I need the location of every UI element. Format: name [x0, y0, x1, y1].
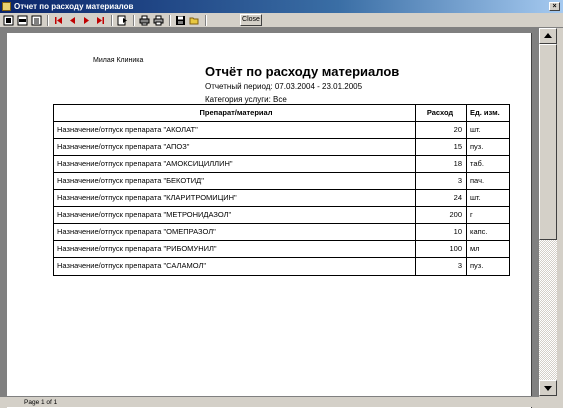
unit-cell: мл [470, 244, 480, 253]
unit-cell: пуз. [470, 142, 484, 151]
fit-width-icon[interactable] [17, 15, 28, 26]
material-cell: Назначение/отпуск препарата "ОМЕПРАЗОЛ" [57, 227, 216, 236]
toolbar-separator [47, 15, 49, 26]
zoom-100-icon[interactable] [31, 15, 42, 26]
window-close-button[interactable]: × [549, 2, 560, 11]
table-row: Назначение/отпуск препарата "АПОЗ" 15 пу… [54, 139, 509, 156]
organization-name: Милая Клиника [93, 57, 144, 64]
fit-page-icon[interactable] [3, 15, 14, 26]
resize-grip[interactable] [539, 396, 563, 407]
print-icon[interactable] [153, 15, 164, 26]
amount-cell: 15 [453, 142, 462, 151]
table-row: Назначение/отпуск препарата "АМОКСИЦИЛЛИ… [54, 156, 509, 173]
unit-cell: шт. [470, 193, 481, 202]
unit-cell: шт. [470, 125, 481, 134]
unit-cell: таб. [470, 159, 484, 168]
vertical-scrollbar[interactable] [539, 28, 557, 396]
material-cell: Назначение/отпуск препарата "АКОЛАТ" [57, 125, 198, 134]
status-bar: Page 1 of 1 [0, 396, 539, 407]
material-cell: Назначение/отпуск препарата "БЕКОТИД" [57, 176, 204, 185]
preview-area[interactable]: Милая Клиника Отчёт по расходу материало… [0, 28, 539, 408]
toolbar-separator [169, 15, 171, 26]
last-page-icon[interactable] [95, 15, 106, 26]
window-title: Отчет по расходу материалов [14, 2, 134, 11]
page-indicator: Page 1 of 1 [24, 399, 58, 406]
table-row: Назначение/отпуск препарата "САЛАМОЛ" 3 пу… [54, 258, 509, 275]
toolbar-separator [133, 15, 135, 26]
table-header-row: Препарат/материал Расход Ед. изм. [54, 105, 509, 122]
column-header-material: Препарат/материал [199, 108, 273, 117]
chevron-up-icon [544, 33, 552, 38]
materials-table: Препарат/материал Расход Ед. изм. Назнач… [53, 104, 510, 276]
table-row: Назначение/отпуск препарата "РИБОМУНИЛ" … [54, 241, 509, 258]
first-page-icon[interactable] [53, 15, 64, 26]
amount-cell: 3 [457, 261, 462, 270]
amount-cell: 100 [449, 244, 462, 253]
column-header-amount: Расход [426, 108, 454, 117]
unit-cell: пуз. [470, 261, 484, 270]
amount-cell: 20 [453, 125, 462, 134]
unit-cell: г [470, 210, 473, 219]
unit-cell: пач. [470, 176, 485, 185]
open-icon[interactable] [189, 15, 200, 26]
close-preview-button[interactable]: Close [240, 14, 262, 26]
table-row: Назначение/отпуск препарата "АКОЛАТ" 20 … [54, 122, 509, 139]
next-page-icon[interactable] [81, 15, 92, 26]
report-preview-window: Отчет по расходу материалов × Close Мила… [0, 0, 563, 408]
amount-cell: 24 [453, 193, 462, 202]
amount-cell: 3 [457, 176, 462, 185]
table-row: Назначение/отпуск препарата "МЕТРОНИДАЗО… [54, 207, 509, 224]
app-icon [2, 2, 11, 11]
amount-cell: 18 [453, 159, 462, 168]
report-period: Отчетный период: 07.03.2004 - 23.01.2005 [205, 82, 363, 91]
scroll-up-button[interactable] [539, 28, 557, 44]
report-category: Категория услуги: Все [205, 95, 287, 104]
column-header-unit: Ед. изм. [470, 108, 500, 117]
table-row: Назначение/отпуск препарата "БЕКОТИД" 3 … [54, 173, 509, 190]
material-cell: Назначение/отпуск препарата "АМОКСИЦИЛЛИ… [57, 159, 233, 168]
preview-toolbar: Close [0, 13, 563, 28]
unit-cell: капс. [470, 227, 488, 236]
material-cell: Назначение/отпуск препарата "МЕТРОНИДАЗО… [57, 210, 232, 219]
table-row: Назначение/отпуск препарата "ОМЕПРАЗОЛ" … [54, 224, 509, 241]
material-cell: Назначение/отпуск препарата "РИБОМУНИЛ" [57, 244, 217, 253]
save-icon[interactable] [175, 15, 186, 26]
chevron-down-icon [544, 386, 552, 391]
scroll-down-button[interactable] [539, 380, 557, 396]
table-row: Назначение/отпуск препарата "КЛАРИТРОМИЦ… [54, 190, 509, 207]
report-page: Милая Клиника Отчёт по расходу материало… [7, 33, 532, 408]
material-cell: Назначение/отпуск препарата "КЛАРИТРОМИЦ… [57, 193, 237, 202]
toolbar-separator [111, 15, 113, 26]
material-cell: Назначение/отпуск препарата "АПОЗ" [57, 142, 190, 151]
previous-page-icon[interactable] [67, 15, 78, 26]
scrollbar-thumb[interactable] [539, 44, 557, 240]
material-cell: Назначение/отпуск препарата "САЛАМОЛ" [57, 261, 207, 270]
printer-setup-icon[interactable] [139, 15, 150, 26]
goto-page-icon[interactable] [117, 15, 128, 26]
report-title: Отчёт по расходу материалов [205, 64, 400, 79]
toolbar-separator [205, 15, 207, 26]
title-bar[interactable]: Отчет по расходу материалов × [0, 0, 563, 13]
amount-cell: 200 [449, 210, 462, 219]
amount-cell: 10 [453, 227, 462, 236]
